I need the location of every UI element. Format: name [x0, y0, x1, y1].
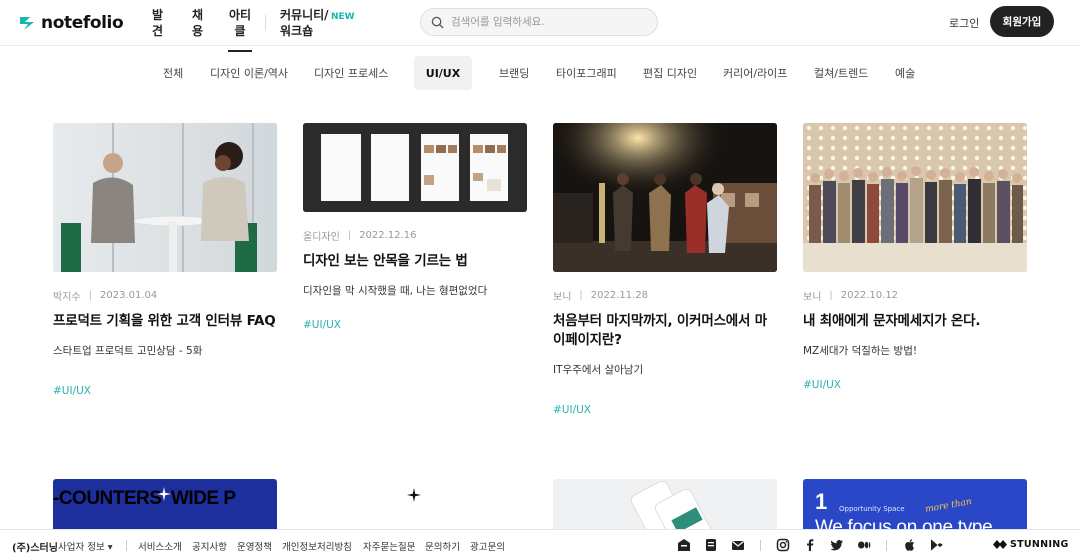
article-author: 박지수	[53, 292, 81, 303]
login-link[interactable]: 로그인	[949, 15, 979, 31]
logo-mark-icon	[20, 17, 34, 30]
stunning-logo-icon	[993, 540, 1007, 549]
article-title[interactable]: 프로덕트 기획을 위한 고객 인터뷰 FAQ	[53, 312, 277, 331]
article-author: 보니	[553, 292, 572, 303]
tab-branding[interactable]: 브랜딩	[499, 56, 529, 90]
article-tag[interactable]: #UI/UX	[803, 379, 841, 391]
article-thumbnail[interactable]	[303, 123, 527, 212]
tab-art[interactable]: 예술	[895, 56, 915, 90]
brunch-icon[interactable]	[677, 538, 691, 552]
article-card[interactable]: 올디자인 | 2022.12.16 디자인 보는 안목을 기르는 법 디자인을 …	[303, 123, 527, 332]
thumbnail-number: 1	[815, 489, 828, 514]
google-play-icon[interactable]	[929, 538, 943, 552]
stunning-brand[interactable]: STUNNING	[993, 539, 1069, 550]
article-title[interactable]: 디자인 보는 안목을 기르는 법	[303, 252, 527, 271]
article-description: IT우주에서 살아남기	[553, 364, 644, 376]
thumbnail-handwrite-text: more than	[924, 496, 973, 516]
article-title[interactable]: 내 최애에게 문자메세지가 온다.	[803, 312, 1027, 331]
article-card[interactable]: 박지수 | 2023.01.04 프로덕트 기획을 위한 고객 인터뷰 FAQ …	[53, 123, 277, 398]
footer-link-contact[interactable]: 문의하기	[425, 539, 460, 553]
article-title[interactable]: 처음부터 마지막까지, 이커머스에서 마이페이지란?	[553, 312, 777, 350]
tab-culture[interactable]: 컬쳐/트렌드	[814, 56, 868, 90]
meta-separator: |	[579, 290, 583, 301]
twitter-icon[interactable]	[830, 538, 844, 552]
nav-divider	[265, 15, 266, 31]
facebook-icon[interactable]	[803, 538, 817, 552]
sparkle-icon	[407, 488, 421, 502]
article-card[interactable]: 보니 | 2022.10.12 내 최애에게 문자메세지가 온다. MZ세대가 …	[803, 123, 1027, 392]
search-box[interactable]	[420, 8, 658, 36]
article-tag[interactable]: #UI/UX	[303, 319, 341, 331]
logo-text: notefolio	[41, 13, 124, 33]
tab-editorial[interactable]: 편집 디자인	[643, 56, 697, 90]
article-description: 디자인을 막 시작했을 때, 나는 형편없었다	[303, 285, 488, 297]
mail-icon[interactable]	[731, 538, 745, 552]
thumbnail-small-text: Opportunity Space	[839, 505, 905, 513]
article-tag[interactable]: #UI/UX	[553, 404, 591, 416]
footer-link-privacy[interactable]: 개인정보처리방침	[282, 539, 352, 553]
tab-design-process[interactable]: 디자인 프로세스	[314, 56, 388, 90]
apple-icon[interactable]	[902, 538, 916, 552]
article-description: 스타트업 프로덕트 고민상담 - 5화	[53, 345, 203, 357]
nav-active-underline	[228, 50, 252, 52]
article-date: 2022.10.12	[840, 290, 899, 301]
tab-design-theory[interactable]: 디자인 이론/역사	[210, 56, 288, 90]
article-date: 2022.12.16	[359, 230, 417, 241]
article-meta: 보니 | 2022.10.12	[803, 288, 1027, 303]
article-thumbnail[interactable]	[803, 123, 1027, 272]
article-thumbnail[interactable]	[553, 123, 777, 272]
signup-button[interactable]: 회원가입	[990, 6, 1054, 37]
footer-link-faq[interactable]: 자주묻는질문	[363, 539, 415, 553]
article-card[interactable]: 보니 | 2022.11.28 처음부터 마지막까지, 이커머스에서 마이페이지…	[553, 123, 777, 417]
article-description: MZ세대가 덕질하는 방법!	[803, 345, 918, 357]
instagram-icon[interactable]	[776, 538, 790, 552]
tab-typography[interactable]: 타이포그래피	[556, 56, 617, 90]
footer-divider	[126, 540, 127, 551]
top-header: notefolio 발 견 채 용 아티 클 커뮤니티/ 워크숍 NEW 로그인…	[0, 0, 1080, 46]
tab-all[interactable]: 전체	[163, 56, 183, 90]
footer-link-policy[interactable]: 운영정책	[237, 539, 272, 553]
article-meta: 보니 | 2022.11.28	[553, 288, 777, 303]
meta-separator: |	[347, 230, 352, 241]
nav-article[interactable]: 아티 클	[229, 7, 251, 39]
company-name: (주)스터닝	[12, 543, 58, 554]
article-meta: 박지수 | 2023.01.04	[53, 288, 277, 303]
medium-icon[interactable]	[857, 538, 871, 552]
new-badge: NEW	[331, 12, 355, 22]
blog-icon[interactable]	[704, 538, 718, 552]
notefolio-logo[interactable]: notefolio	[18, 11, 124, 35]
footer-link-service[interactable]: 서비스소개	[138, 539, 182, 553]
meta-separator: |	[829, 290, 833, 301]
article-author: 보니	[803, 292, 822, 303]
footer-divider	[886, 540, 887, 551]
article-meta: 올디자인 | 2022.12.16	[303, 228, 527, 243]
business-info-toggle[interactable]: 사업자 정보 ▾	[58, 539, 113, 553]
article-tag[interactable]: #UI/UX	[53, 385, 91, 397]
footer-divider	[760, 540, 761, 551]
sparkle-icon	[157, 487, 171, 501]
footer-link-ads[interactable]: 광고문의	[470, 539, 505, 553]
search-input[interactable]	[451, 16, 641, 28]
nav-jobs[interactable]: 채 용	[192, 7, 203, 39]
nav-discover[interactable]: 발 견	[152, 7, 163, 39]
nav-community[interactable]: 커뮤니티/ 워크숍	[280, 7, 329, 39]
tab-uiux[interactable]: UI/UX	[414, 56, 472, 90]
stunning-text: STUNNING	[1010, 539, 1069, 550]
tab-career[interactable]: 커리어/라이프	[723, 56, 787, 90]
article-thumbnail[interactable]	[53, 123, 277, 272]
category-tabs: 전체 디자인 이론/역사 디자인 프로세스 UI/UX 브랜딩 타이포그래피 편…	[0, 56, 1080, 90]
footer-bar: (주)스터닝 사업자 정보 ▾ 서비스소개 공지사항 운영정책 개인정보처리방침…	[0, 529, 1080, 559]
article-date: 2023.01.04	[99, 290, 158, 301]
article-author: 올디자인	[303, 232, 340, 243]
article-date: 2022.11.28	[590, 290, 649, 301]
meta-separator: |	[88, 290, 92, 301]
search-icon	[431, 16, 444, 28]
footer-link-notice[interactable]: 공지사항	[192, 539, 227, 553]
thumbnail-text: -COUNTERS WIDE P	[53, 488, 236, 509]
